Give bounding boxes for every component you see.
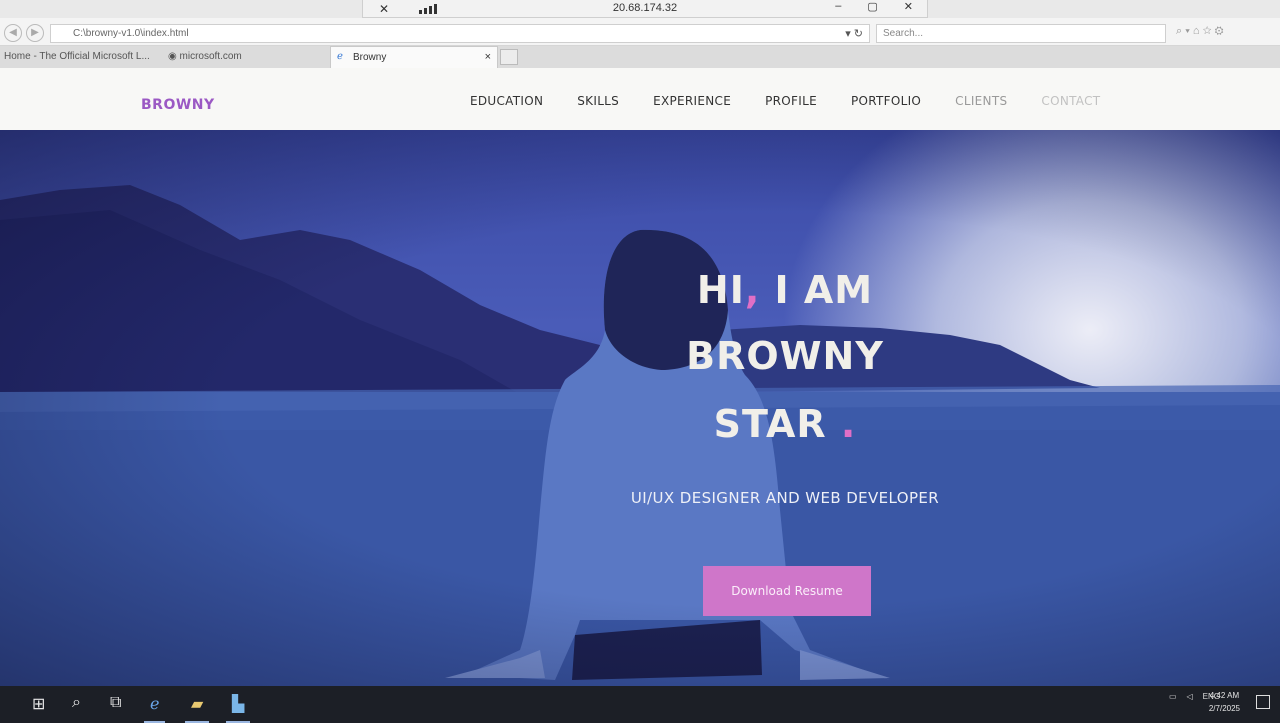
address-bar[interactable]: C:\browny-v1.0\index.html ▾ ↻ [50,24,870,43]
hero-comma: , [744,268,761,312]
volume-icon[interactable]: ◁ [1187,692,1193,701]
notification-icon[interactable] [1256,695,1270,709]
hero-heading-line-2: BROWNY [686,334,884,378]
remote-session-bar: ✕ 20.68.174.32 – ▢ ✕ [362,0,928,18]
minimize-button[interactable]: – [835,0,841,13]
hero-star: STAR [713,402,827,446]
menu-item-experience[interactable]: EXPERIENCE [653,94,731,108]
address-row: ◀ ▶ C:\browny-v1.0\index.html ▾ ↻ Search… [0,18,1280,46]
close-button[interactable]: ✕ [904,0,913,13]
menu-item-contact[interactable]: CONTACT [1041,94,1100,108]
menu-item-clients[interactable]: CLIENTS [955,94,1007,108]
close-tab-icon[interactable]: × [485,51,491,63]
hero-i-am: I AM [774,268,874,312]
favorite-link-home[interactable]: Home - The Official Microsoft L... [4,51,150,62]
download-resume-button[interactable]: Download Resume [703,566,871,616]
back-button[interactable]: ◀ [4,24,22,42]
restore-button[interactable]: ▢ [867,0,877,13]
menu-item-profile[interactable]: PROFILE [765,94,817,108]
refresh-icon[interactable]: ▾ ↻ [845,27,863,40]
search-input[interactable]: Search... [876,24,1166,43]
search-icon[interactable]: ⌕ ▾ ⌂ ☆ ⚙ [1176,25,1224,38]
main-menu: EDUCATION SKILLS EXPERIENCE PROFILE PORT… [470,94,1134,108]
favorite-label: microsoft.com [179,51,242,62]
edge-browser-icon[interactable]: ℯ [143,694,167,723]
hero-dot: . [840,402,857,446]
new-tab-button[interactable] [500,49,518,65]
address-text: C:\browny-v1.0\index.html [73,28,189,39]
clock-time: 4:42 AM [1209,691,1240,700]
clock-date: 2/7/2025 [1208,704,1240,713]
hero-subtitle: UI/UX DESIGNER AND WEB DEVELOPER [630,489,940,507]
search-placeholder: Search... [883,28,924,39]
site-logo[interactable]: BROWNY [141,97,215,113]
tab-browny[interactable]: ℯ Browny × [330,46,498,68]
tab-label: Browny [353,52,387,63]
forward-button[interactable]: ▶ [26,24,44,42]
network-icon[interactable]: ▭ [1169,692,1177,701]
ie-icon: ℯ [337,51,343,62]
windows-start-icon[interactable]: ⊞ [32,694,45,716]
favorite-link-microsoft[interactable]: ◉ microsoft.com [168,51,242,62]
hero-section: HI, I AM BROWNY STAR . UI/UX DESIGNER AN… [0,130,1280,688]
hero-heading-line-3: STAR . [600,402,970,446]
tab-row: Home - The Official Microsoft L... ◉ mic… [0,46,1280,68]
menu-item-education[interactable]: EDUCATION [470,94,543,108]
task-view-icon[interactable]: ⧉ [110,694,121,716]
hero-hi: HI [696,268,745,312]
file-explorer-icon[interactable]: ▰ [184,694,210,723]
app-icon[interactable]: ▙ [225,694,251,723]
hero-heading-line-1: HI, I AM [600,268,970,312]
clock[interactable]: 4:42 AM 2/7/2025 [1209,689,1240,715]
windows-taskbar: ⊞ ⌕ ⧉ ℯ ▰ ▙ ▭ ◁ ENG 4:42 AM 2/7/2025 [0,686,1280,723]
menu-item-skills[interactable]: SKILLS [577,94,619,108]
menu-item-portfolio[interactable]: PORTFOLIO [851,94,921,108]
search-icon[interactable]: ⌕ [72,694,81,716]
